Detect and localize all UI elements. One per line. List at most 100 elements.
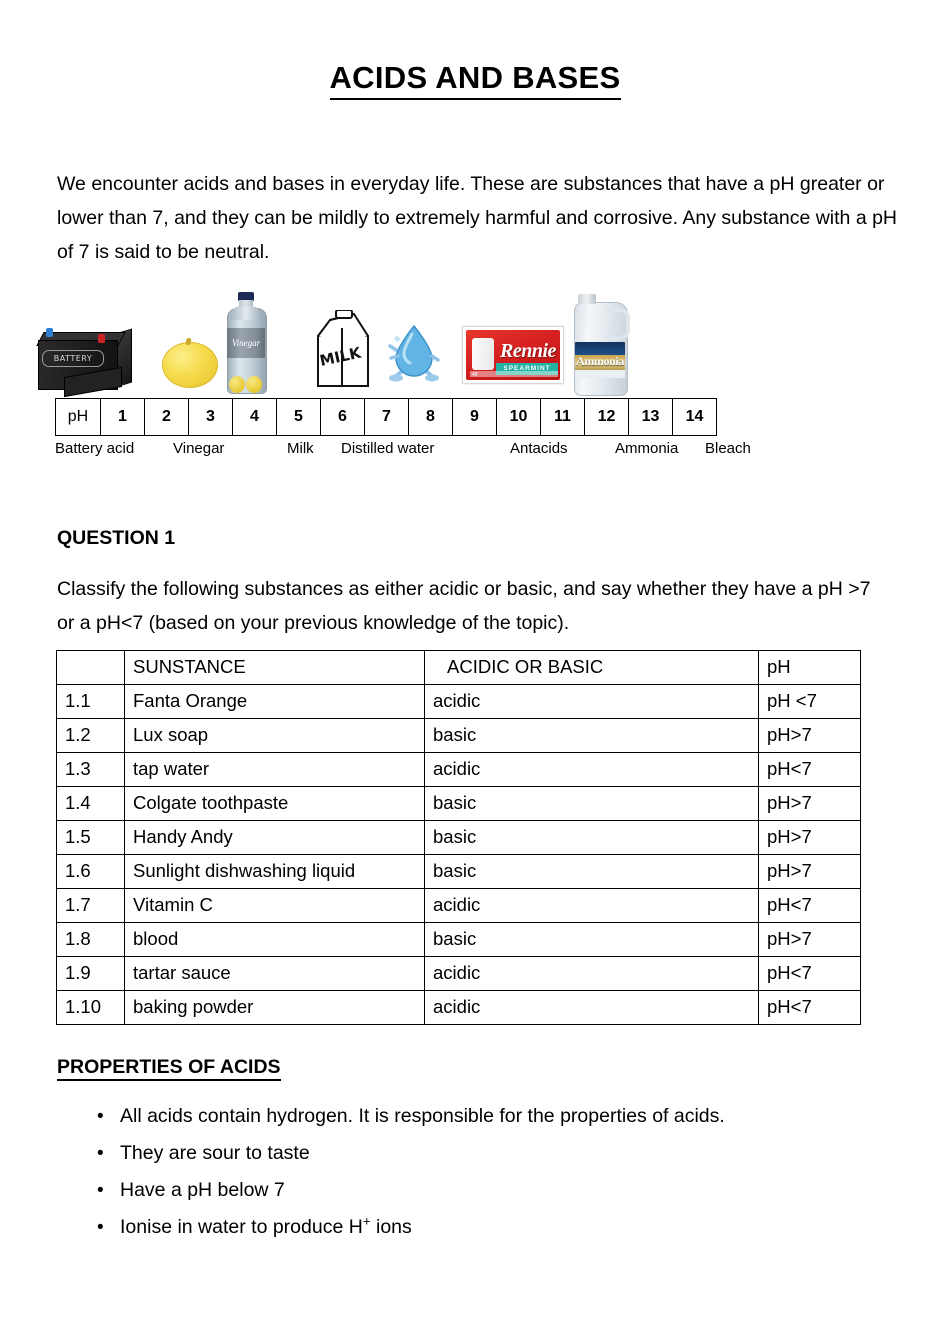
table-row: 1.7 Vitamin C acidic pH<7 bbox=[56, 888, 861, 923]
battery-positive-terminal bbox=[98, 334, 105, 343]
hydrogen-ion-superscript: + bbox=[362, 1213, 371, 1229]
table-row: 1.2 Lux soap basic pH>7 bbox=[56, 718, 861, 753]
property-text: Have a pH below 7 bbox=[120, 1179, 285, 1201]
row-number: 1.6 bbox=[56, 854, 125, 889]
row-substance: Sunlight dishwashing liquid bbox=[124, 854, 425, 889]
row-ph[interactable]: pH<7 bbox=[758, 956, 861, 991]
row-classification[interactable]: basic bbox=[424, 854, 759, 889]
row-substance: Fanta Orange bbox=[124, 684, 425, 719]
property-text: They are sour to taste bbox=[120, 1142, 310, 1164]
table-row: 1.1 Fanta Orange acidic pH <7 bbox=[56, 684, 861, 719]
header-ph: pH bbox=[758, 650, 861, 685]
ph-value-14: 14 bbox=[672, 398, 717, 436]
row-ph[interactable]: pH<7 bbox=[758, 888, 861, 923]
row-substance: Colgate toothpaste bbox=[124, 786, 425, 821]
row-substance: baking powder bbox=[124, 990, 425, 1025]
rennie-count-text: 48 bbox=[472, 372, 478, 378]
ph-value-7: 7 bbox=[364, 398, 409, 436]
car-battery-icon: BATTERY bbox=[36, 326, 132, 398]
water-droplet-icon bbox=[388, 320, 440, 384]
row-ph[interactable]: pH <7 bbox=[758, 684, 861, 719]
intro-paragraph: We encounter acids and bases in everyday… bbox=[57, 173, 898, 263]
vinegar-bottle-icon: Vinegar bbox=[220, 292, 272, 394]
rennie-brand-text: Rennie bbox=[500, 340, 556, 362]
ph-label-milk: Milk bbox=[287, 440, 314, 457]
header-classification: ACIDIC OR BASIC bbox=[424, 650, 759, 685]
row-substance: tap water bbox=[124, 752, 425, 787]
row-classification[interactable]: acidic bbox=[424, 888, 759, 923]
ph-label-battery-acid: Battery acid bbox=[55, 440, 135, 457]
ph-value-10: 10 bbox=[496, 398, 541, 436]
row-ph[interactable]: pH>7 bbox=[758, 786, 861, 821]
row-ph[interactable]: pH>7 bbox=[758, 854, 861, 889]
ph-scale-header-cell: pH bbox=[55, 398, 101, 436]
table-row: 1.4 Colgate toothpaste basic pH>7 bbox=[56, 786, 861, 821]
list-item: They are sour to taste bbox=[97, 1135, 928, 1172]
ph-value-6: 6 bbox=[320, 398, 365, 436]
ph-label-antacids: Antacids bbox=[510, 440, 568, 457]
list-item: All acids contain hydrogen. It is respon… bbox=[97, 1098, 928, 1135]
ph-value-11: 11 bbox=[540, 398, 585, 436]
properties-of-acids-heading-text: PROPERTIES OF ACIDS bbox=[57, 1056, 281, 1081]
ph-scale-row: pH 1 2 3 4 5 6 7 8 9 10 11 12 13 14 bbox=[55, 398, 717, 436]
ammonia-bottle-icon: Ammonia bbox=[572, 294, 630, 396]
row-number: 1.4 bbox=[56, 786, 125, 821]
ph-value-13: 13 bbox=[628, 398, 673, 436]
row-number: 1.3 bbox=[56, 752, 125, 787]
ph-value-4: 4 bbox=[232, 398, 277, 436]
properties-of-acids-list: All acids contain hydrogen. It is respon… bbox=[96, 1098, 928, 1246]
header-substance: SUNSTANCE bbox=[124, 650, 425, 685]
row-number: 1.7 bbox=[56, 888, 125, 923]
page-title-text: ACIDS AND BASES bbox=[329, 60, 621, 100]
row-number: 1.9 bbox=[56, 956, 125, 991]
row-substance: Handy Andy bbox=[124, 820, 425, 855]
row-ph[interactable]: pH>7 bbox=[758, 820, 861, 855]
battery-label-text: BATTERY bbox=[42, 350, 104, 367]
list-item: Have a pH below 7 bbox=[97, 1172, 928, 1209]
lemon-icon bbox=[162, 336, 218, 388]
ph-label-ammonia: Ammonia bbox=[615, 440, 679, 457]
question-1-instruction: Classify the following substances as eit… bbox=[57, 578, 871, 634]
ph-scale-table: pH 1 2 3 4 5 6 7 8 9 10 11 12 13 14 bbox=[55, 398, 717, 436]
row-ph[interactable]: pH<7 bbox=[758, 990, 861, 1025]
row-ph[interactable]: pH>7 bbox=[758, 718, 861, 753]
row-substance: Lux soap bbox=[124, 718, 425, 753]
row-classification[interactable]: basic bbox=[424, 820, 759, 855]
ph-value-8: 8 bbox=[408, 398, 453, 436]
property-text: All acids contain hydrogen. It is respon… bbox=[120, 1105, 725, 1127]
row-classification[interactable]: basic bbox=[424, 718, 759, 753]
ammonia-brand-text: Ammonia bbox=[576, 354, 624, 368]
row-ph[interactable]: pH<7 bbox=[758, 752, 861, 787]
ph-scale-illustrations: BATTERY Vinegar MILK Rennie SPEARMINT 48… bbox=[30, 288, 730, 398]
row-classification[interactable]: basic bbox=[424, 786, 759, 821]
row-number: 1.1 bbox=[56, 684, 125, 719]
row-classification[interactable]: acidic bbox=[424, 990, 759, 1025]
row-classification[interactable]: acidic bbox=[424, 956, 759, 991]
table-row: 1.8 blood basic pH>7 bbox=[56, 922, 861, 957]
ph-value-2: 2 bbox=[144, 398, 189, 436]
row-number: 1.5 bbox=[56, 820, 125, 855]
row-classification[interactable]: acidic bbox=[424, 752, 759, 787]
row-number: 1.8 bbox=[56, 922, 125, 957]
worksheet-page: ACIDS AND BASES We encounter acids and b… bbox=[0, 0, 950, 1342]
property-text: Ionise in water to produce H bbox=[120, 1216, 363, 1238]
ph-value-1: 1 bbox=[100, 398, 145, 436]
ph-label-vinegar: Vinegar bbox=[173, 440, 225, 457]
ph-value-5: 5 bbox=[276, 398, 321, 436]
table-header-row: SUNSTANCE ACIDIC OR BASIC pH bbox=[56, 650, 861, 685]
row-ph[interactable]: pH>7 bbox=[758, 922, 861, 957]
table-row: 1.10 baking powder acidic pH<7 bbox=[56, 990, 861, 1025]
row-substance: blood bbox=[124, 922, 425, 957]
list-item: Ionise in water to produce H+ ions bbox=[97, 1209, 928, 1246]
row-number: 1.2 bbox=[56, 718, 125, 753]
row-substance: Vitamin C bbox=[124, 888, 425, 923]
ph-value-3: 3 bbox=[188, 398, 233, 436]
battery-negative-terminal bbox=[46, 328, 53, 337]
row-classification[interactable]: acidic bbox=[424, 684, 759, 719]
vinegar-bottle-label: Vinegar bbox=[227, 328, 265, 358]
row-classification[interactable]: basic bbox=[424, 922, 759, 957]
page-title: ACIDS AND BASES bbox=[0, 60, 950, 100]
row-substance: tartar sauce bbox=[124, 956, 425, 991]
header-number bbox=[56, 650, 125, 685]
milk-carton-icon: MILK bbox=[308, 310, 376, 390]
